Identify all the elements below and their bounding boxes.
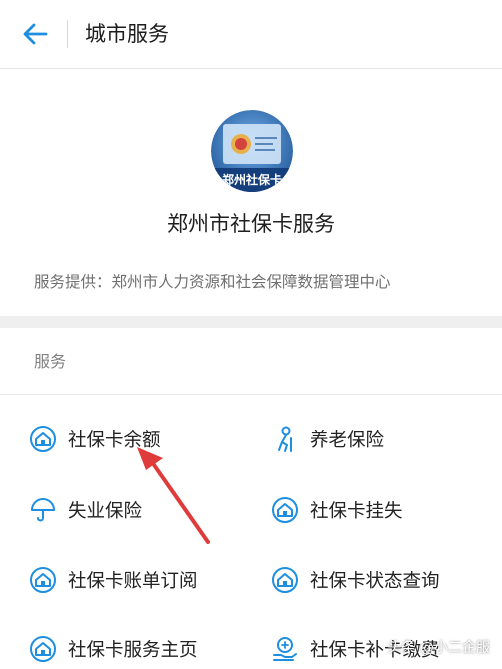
service-label: 社保卡挂失 (310, 501, 403, 522)
nav-divider (67, 20, 68, 48)
top-nav-bar: 城市服务 (0, 0, 502, 69)
service-label: 养老保险 (310, 430, 385, 451)
service-label: 社保卡账单订阅 (68, 571, 198, 592)
section-gap (0, 316, 502, 328)
section-divider (0, 394, 502, 395)
watermark: 头条 @小二企服 (387, 640, 490, 656)
back-arrow-icon (23, 23, 48, 45)
service-label: 社保卡状态查询 (310, 571, 440, 592)
service-item-homepage[interactable]: 社保卡服务主页 (28, 629, 198, 669)
house-circle-icon (28, 424, 58, 454)
hand-coin-icon (270, 634, 300, 664)
house-circle-icon (270, 565, 300, 595)
house-circle-icon (28, 565, 58, 595)
service-item-status-query[interactable]: 社保卡状态查询 (270, 560, 440, 600)
house-circle-icon (28, 634, 58, 664)
service-item-report-loss[interactable]: 社保卡挂失 (270, 490, 403, 530)
page-title: 城市服务 (85, 22, 169, 46)
service-item-unemployment[interactable]: 失业保险 (28, 490, 142, 530)
service-logo: 郑州社保卡 (211, 110, 293, 192)
house-circle-icon (270, 495, 300, 525)
section-title: 服务 (34, 352, 67, 371)
service-item-balance[interactable]: 社保卡余额 (28, 419, 161, 459)
service-provider: 服务提供：郑州市人力资源和社会保障数据管理中心 (34, 273, 391, 291)
elderly-person-icon (270, 424, 300, 454)
umbrella-icon (28, 495, 58, 525)
service-label: 社保卡服务主页 (68, 640, 198, 661)
service-label: 失业保险 (68, 501, 143, 522)
service-item-pension[interactable]: 养老保险 (270, 419, 384, 459)
service-label: 社保卡余额 (68, 430, 161, 451)
back-button[interactable] (20, 20, 50, 48)
logo-caption: 郑州社保卡 (222, 172, 282, 187)
service-item-bill-subscription[interactable]: 社保卡账单订阅 (28, 560, 198, 600)
service-name: 郑州市社保卡服务 (167, 212, 335, 236)
